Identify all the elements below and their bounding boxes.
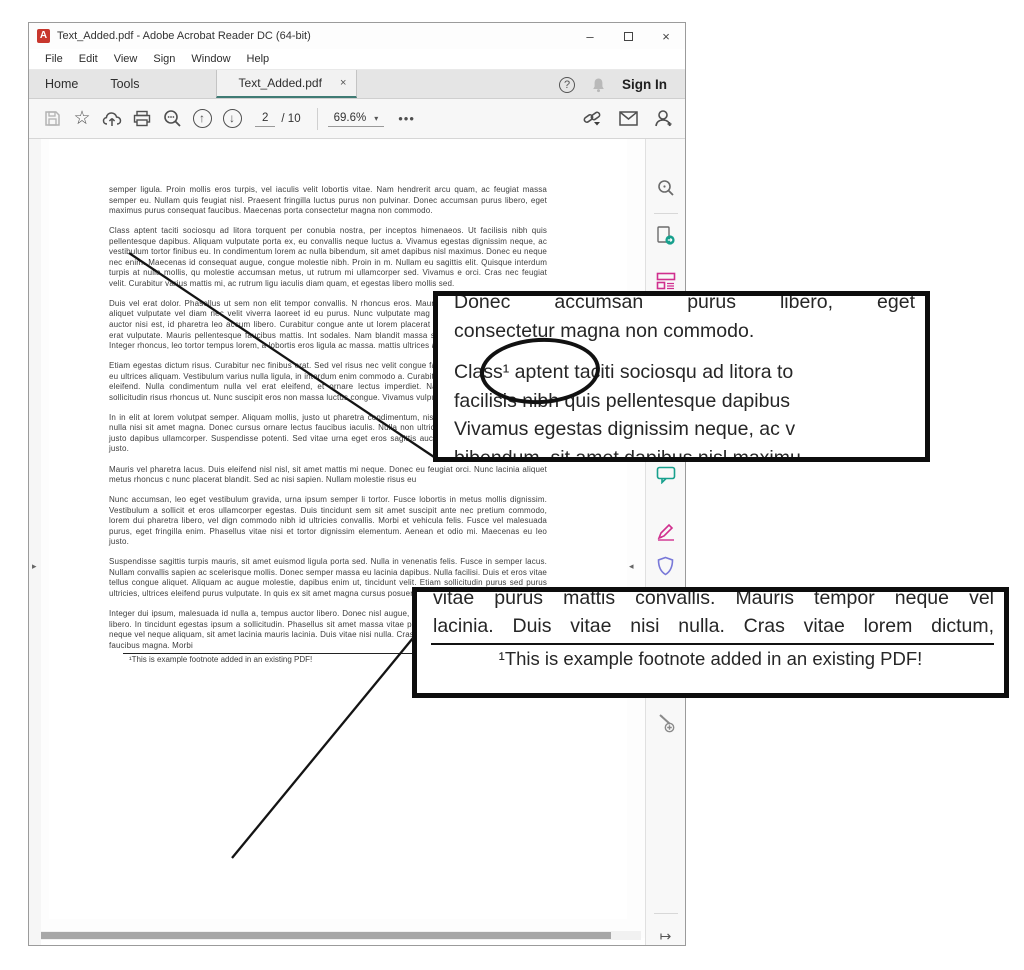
organize-pages-icon: [656, 272, 676, 290]
pdf-page: semper ligula. Proin mollis eros turpis,…: [49, 139, 627, 919]
protect-button[interactable]: [655, 555, 677, 577]
link-icon: [582, 109, 603, 128]
callout-line: lacinia. Duis vitae nisi nulla. Cras vit…: [433, 613, 994, 641]
paragraph: Mauris vel pharetra lacus. Duis eleifend…: [109, 465, 547, 486]
previous-page-button[interactable]: ↑: [187, 104, 217, 134]
title-bar: A Text_Added.pdf - Adobe Acrobat Reader …: [29, 23, 685, 49]
printer-icon: [133, 110, 151, 127]
tab-home[interactable]: Home: [29, 70, 94, 98]
close-button[interactable]: ×: [647, 23, 685, 49]
fill-sign-button[interactable]: [655, 521, 677, 543]
tab-bar: Home Tools Text_Added.pdf × ? Sign In: [29, 70, 685, 99]
close-tab-icon[interactable]: ×: [340, 77, 346, 89]
left-panel-toggle[interactable]: ▸: [32, 561, 37, 572]
next-page-button[interactable]: ↓: [217, 104, 247, 134]
email-button[interactable]: [613, 104, 643, 134]
callout-line: bibendum, sit amet dapibus nisl maximu: [454, 444, 915, 463]
toolbar-divider: [317, 108, 318, 130]
page-count-label: / 10: [281, 113, 300, 125]
export-pdf-icon: [656, 226, 676, 246]
window-title: Text_Added.pdf - Adobe Acrobat Reader DC…: [57, 30, 311, 42]
horizontal-scrollbar[interactable]: [41, 931, 641, 940]
tools-pane-toggle[interactable]: ◂: [629, 561, 634, 572]
paragraph: semper ligula. Proin mollis eros turpis,…: [109, 185, 547, 217]
account-button[interactable]: [649, 104, 679, 134]
tools-pane: ↦: [645, 139, 685, 945]
share-cloud-button[interactable]: [97, 104, 127, 134]
star-favorites-button[interactable]: ☆: [67, 104, 97, 134]
sign-in-button[interactable]: Sign In: [622, 77, 675, 92]
menu-edit[interactable]: Edit: [71, 50, 106, 68]
search-button[interactable]: [655, 177, 677, 199]
comment-icon: [656, 466, 676, 484]
envelope-icon: [619, 111, 638, 126]
footnote-text-magnified: ¹This is example footnote added in an ex…: [417, 648, 1004, 670]
tab-tools[interactable]: Tools: [94, 70, 155, 98]
more-tools-button-pane[interactable]: [655, 711, 677, 733]
callout-line: vitae purus mattis convallis. Mauris tem…: [433, 587, 994, 613]
magnified-callout-top: Donec accumsan purus libero, eget consec…: [433, 291, 930, 462]
search-icon: [657, 179, 675, 197]
adobe-acrobat-icon: A: [37, 29, 50, 43]
tab-document[interactable]: Text_Added.pdf ×: [216, 70, 358, 98]
person-add-icon: [654, 109, 674, 128]
menu-help[interactable]: Help: [239, 50, 278, 68]
scrollbar-thumb[interactable]: [41, 932, 611, 939]
pane-divider: [654, 213, 678, 214]
zoom-value: 69.6%: [334, 112, 367, 124]
acrobat-window: A Text_Added.pdf - Adobe Acrobat Reader …: [28, 22, 686, 946]
page-number-input[interactable]: 2: [255, 110, 275, 127]
magnified-callout-bottom: vitae purus mattis convallis. Mauris tem…: [412, 587, 1009, 698]
menu-window[interactable]: Window: [183, 50, 238, 68]
more-tools-button[interactable]: •••: [398, 111, 415, 126]
magnifier-dots-icon: [163, 109, 182, 128]
menu-bar: File Edit View Sign Window Help: [29, 49, 685, 70]
star-icon: ☆: [73, 107, 90, 130]
help-icon[interactable]: ?: [559, 77, 575, 93]
open-pane-arrow-icon: ↦: [660, 928, 672, 945]
pen-icon: [656, 523, 676, 541]
document-tab-label: Text_Added.pdf: [239, 76, 322, 90]
open-tools-pane-button[interactable]: ↦: [655, 925, 677, 947]
menu-view[interactable]: View: [106, 50, 146, 68]
minimize-button[interactable]: –: [571, 23, 609, 49]
organize-pages-button[interactable]: [655, 270, 677, 292]
toolbar: ☆: [29, 99, 685, 139]
left-panel-strip: [29, 139, 41, 945]
pane-divider: [654, 913, 678, 914]
maximize-button[interactable]: [609, 23, 647, 49]
chevron-down-icon: ▾: [374, 114, 378, 123]
callout-line: Donec accumsan purus libero, eget: [454, 291, 915, 317]
maximize-icon: [624, 32, 633, 41]
export-pdf-button[interactable]: [655, 225, 677, 247]
paragraph: Class aptent taciti sociosqu ad litora t…: [109, 226, 547, 289]
menu-file[interactable]: File: [37, 50, 71, 68]
save-button[interactable]: [37, 104, 67, 134]
zoom-level-dropdown[interactable]: 69.6% ▾: [328, 110, 385, 127]
arrow-down-circle-icon: ↓: [223, 109, 242, 128]
screenshot-canvas: A Text_Added.pdf - Adobe Acrobat Reader …: [0, 0, 1024, 970]
arrow-up-circle-icon: ↑: [193, 109, 212, 128]
print-button[interactable]: [127, 104, 157, 134]
share-link-button[interactable]: [577, 104, 607, 134]
search-tools-button[interactable]: [157, 104, 187, 134]
shield-icon: [657, 556, 674, 576]
comment-button[interactable]: [655, 464, 677, 486]
add-tools-icon: [656, 712, 676, 733]
notifications-bell-icon[interactable]: [591, 77, 606, 93]
callout-line: Vivamus egestas dignissim neque, ac v: [454, 415, 915, 444]
footnote-separator-magnified: [431, 643, 994, 645]
footnote-separator: [123, 653, 433, 654]
document-view: semper ligula. Proin mollis eros turpis,…: [41, 139, 647, 938]
save-floppy-icon: [44, 110, 61, 127]
cloud-upload-icon: [102, 110, 122, 128]
menu-sign[interactable]: Sign: [145, 50, 183, 68]
paragraph: Nunc accumsan, leo eget vestibulum gravi…: [109, 495, 547, 548]
